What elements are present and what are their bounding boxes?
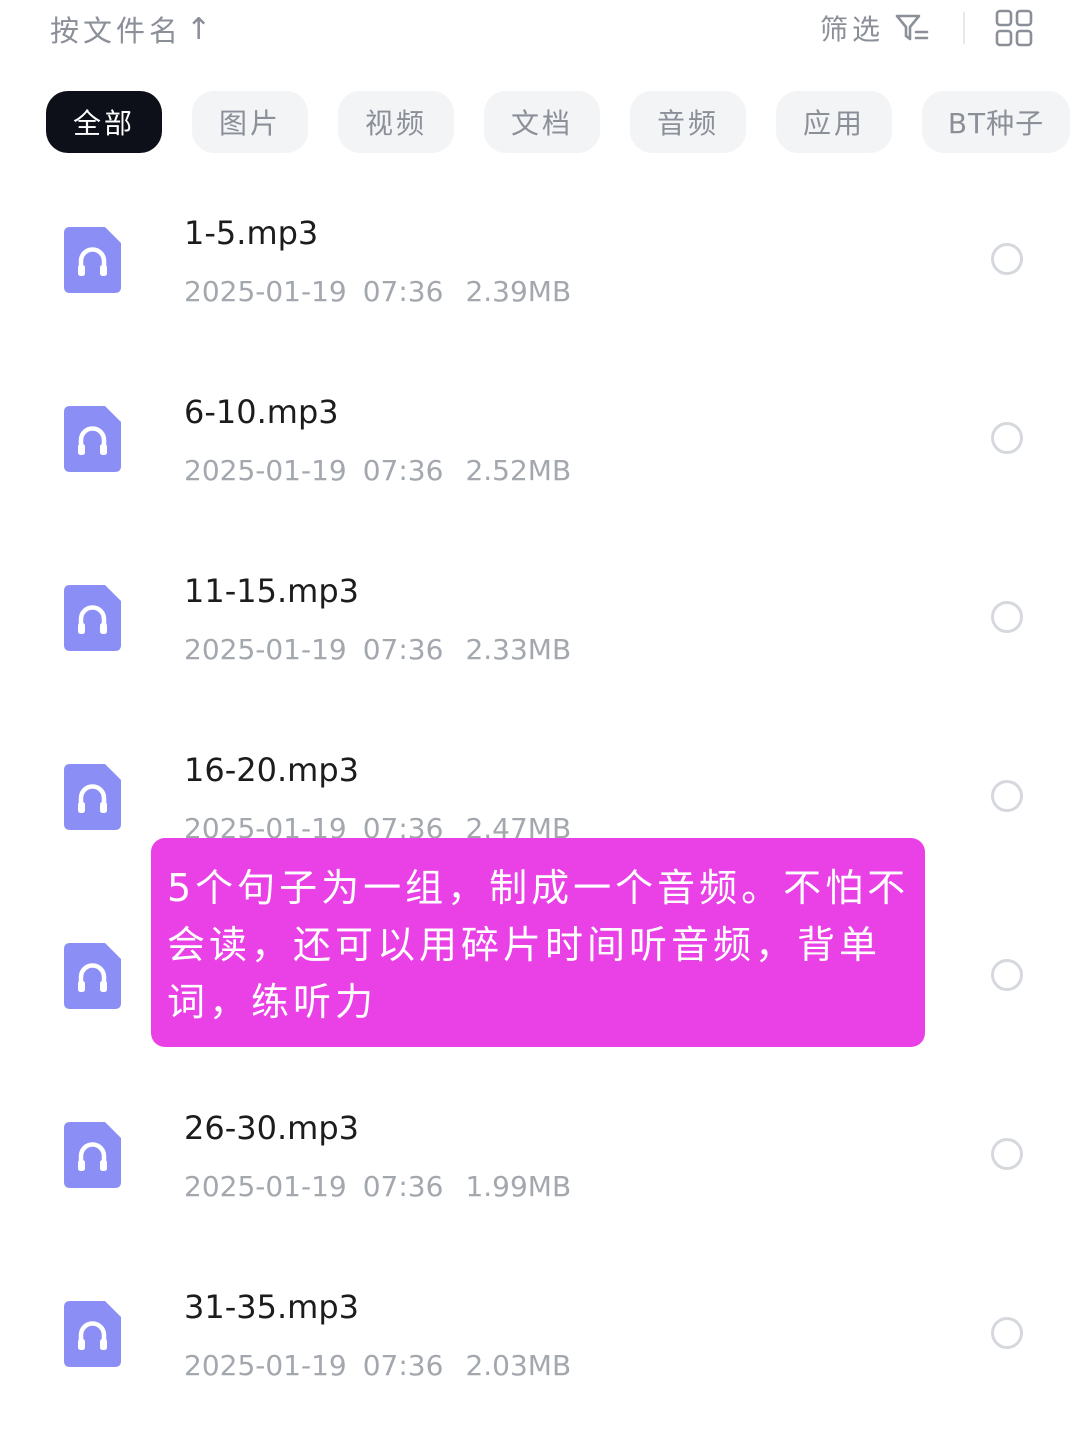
headphones-icon	[64, 227, 121, 293]
list-item[interactable]: 31-35.mp3 2025-01-19 07:36 2.03MB	[0, 1254, 1080, 1433]
select-radio[interactable]	[991, 422, 1023, 454]
annotation-overlay: 5个句子为一组，制成一个音频。不怕不会读，还可以用碎片时间听音频，背单词，练听力	[151, 838, 925, 1047]
file-time: 07:36	[362, 633, 444, 666]
select-radio[interactable]	[991, 243, 1023, 275]
file-name: 6-10.mp3	[184, 393, 339, 431]
file-name: 11-15.mp3	[184, 572, 359, 610]
file-date: 2025-01-19	[184, 275, 347, 308]
annotation-text: 5个句子为一组，制成一个音频。不怕不会读，还可以用碎片时间听音频，背单词，练听力	[167, 866, 910, 1024]
list-item[interactable]: 11-15.mp3 2025-01-19 07:36 2.33MB	[0, 538, 1080, 717]
file-time: 07:36	[362, 275, 444, 308]
tab-images[interactable]: 图片	[192, 91, 308, 153]
tab-apps[interactable]: 应用	[776, 91, 892, 153]
file-meta: 2025-01-19 07:36 2.39MB	[184, 275, 571, 308]
tab-all[interactable]: 全部	[46, 91, 162, 153]
list-item[interactable]: 1-5.mp3 2025-01-19 07:36 2.39MB	[0, 180, 1080, 359]
headphones-icon	[64, 406, 121, 472]
sort-by-filename-button[interactable]: 按文件名 ↑	[50, 8, 211, 50]
tab-documents[interactable]: 文档	[484, 91, 600, 153]
select-radio[interactable]	[991, 1138, 1023, 1170]
headphones-icon	[64, 1122, 121, 1188]
file-date: 2025-01-19	[184, 454, 347, 487]
tab-videos[interactable]: 视频	[338, 91, 454, 153]
select-radio[interactable]	[991, 959, 1023, 991]
file-meta: 2025-01-19 07:36 2.52MB	[184, 454, 571, 487]
file-time: 07:36	[362, 1349, 444, 1382]
file-time: 07:36	[362, 1170, 444, 1203]
file-date: 2025-01-19	[184, 1170, 347, 1203]
file-size: 2.39MB	[465, 275, 572, 308]
file-name: 16-20.mp3	[184, 751, 359, 789]
file-date: 2025-01-19	[184, 1349, 347, 1382]
filter-icon	[895, 14, 929, 41]
list-item[interactable]: 6-10.mp3 2025-01-19 07:36 2.52MB	[0, 359, 1080, 538]
filter-label: 筛选	[820, 13, 885, 46]
headphones-icon	[64, 943, 121, 1009]
select-radio[interactable]	[991, 780, 1023, 812]
headphones-icon	[64, 764, 121, 830]
grid-view-icon[interactable]	[995, 9, 1033, 47]
select-radio[interactable]	[991, 1317, 1023, 1349]
file-meta: 2025-01-19 07:36 2.03MB	[184, 1349, 571, 1382]
file-meta: 2025-01-19 07:36 1.99MB	[184, 1170, 571, 1203]
file-time: 07:36	[362, 454, 444, 487]
sort-ascending-arrow-icon: ↑	[186, 11, 212, 47]
header-divider	[963, 12, 965, 44]
file-name: 1-5.mp3	[184, 214, 319, 252]
headphones-icon	[64, 585, 121, 651]
file-date: 2025-01-19	[184, 633, 347, 666]
select-radio[interactable]	[991, 601, 1023, 633]
filter-button[interactable]: 筛选	[820, 8, 930, 48]
file-size: 1.99MB	[465, 1170, 572, 1203]
file-size: 2.52MB	[465, 454, 572, 487]
file-name: 31-35.mp3	[184, 1288, 359, 1326]
list-item[interactable]: 26-30.mp3 2025-01-19 07:36 1.99MB	[0, 1075, 1080, 1254]
file-name: 26-30.mp3	[184, 1109, 359, 1147]
top-bar: 按文件名 ↑ 筛选	[0, 0, 1080, 60]
sort-label: 按文件名	[50, 14, 183, 48]
headphones-icon	[64, 1301, 121, 1367]
tab-audio[interactable]: 音频	[630, 91, 746, 153]
tab-bt-torrents[interactable]: BT种子	[922, 91, 1070, 153]
file-meta: 2025-01-19 07:36 2.33MB	[184, 633, 571, 666]
file-size: 2.03MB	[465, 1349, 572, 1382]
file-size: 2.33MB	[465, 633, 572, 666]
